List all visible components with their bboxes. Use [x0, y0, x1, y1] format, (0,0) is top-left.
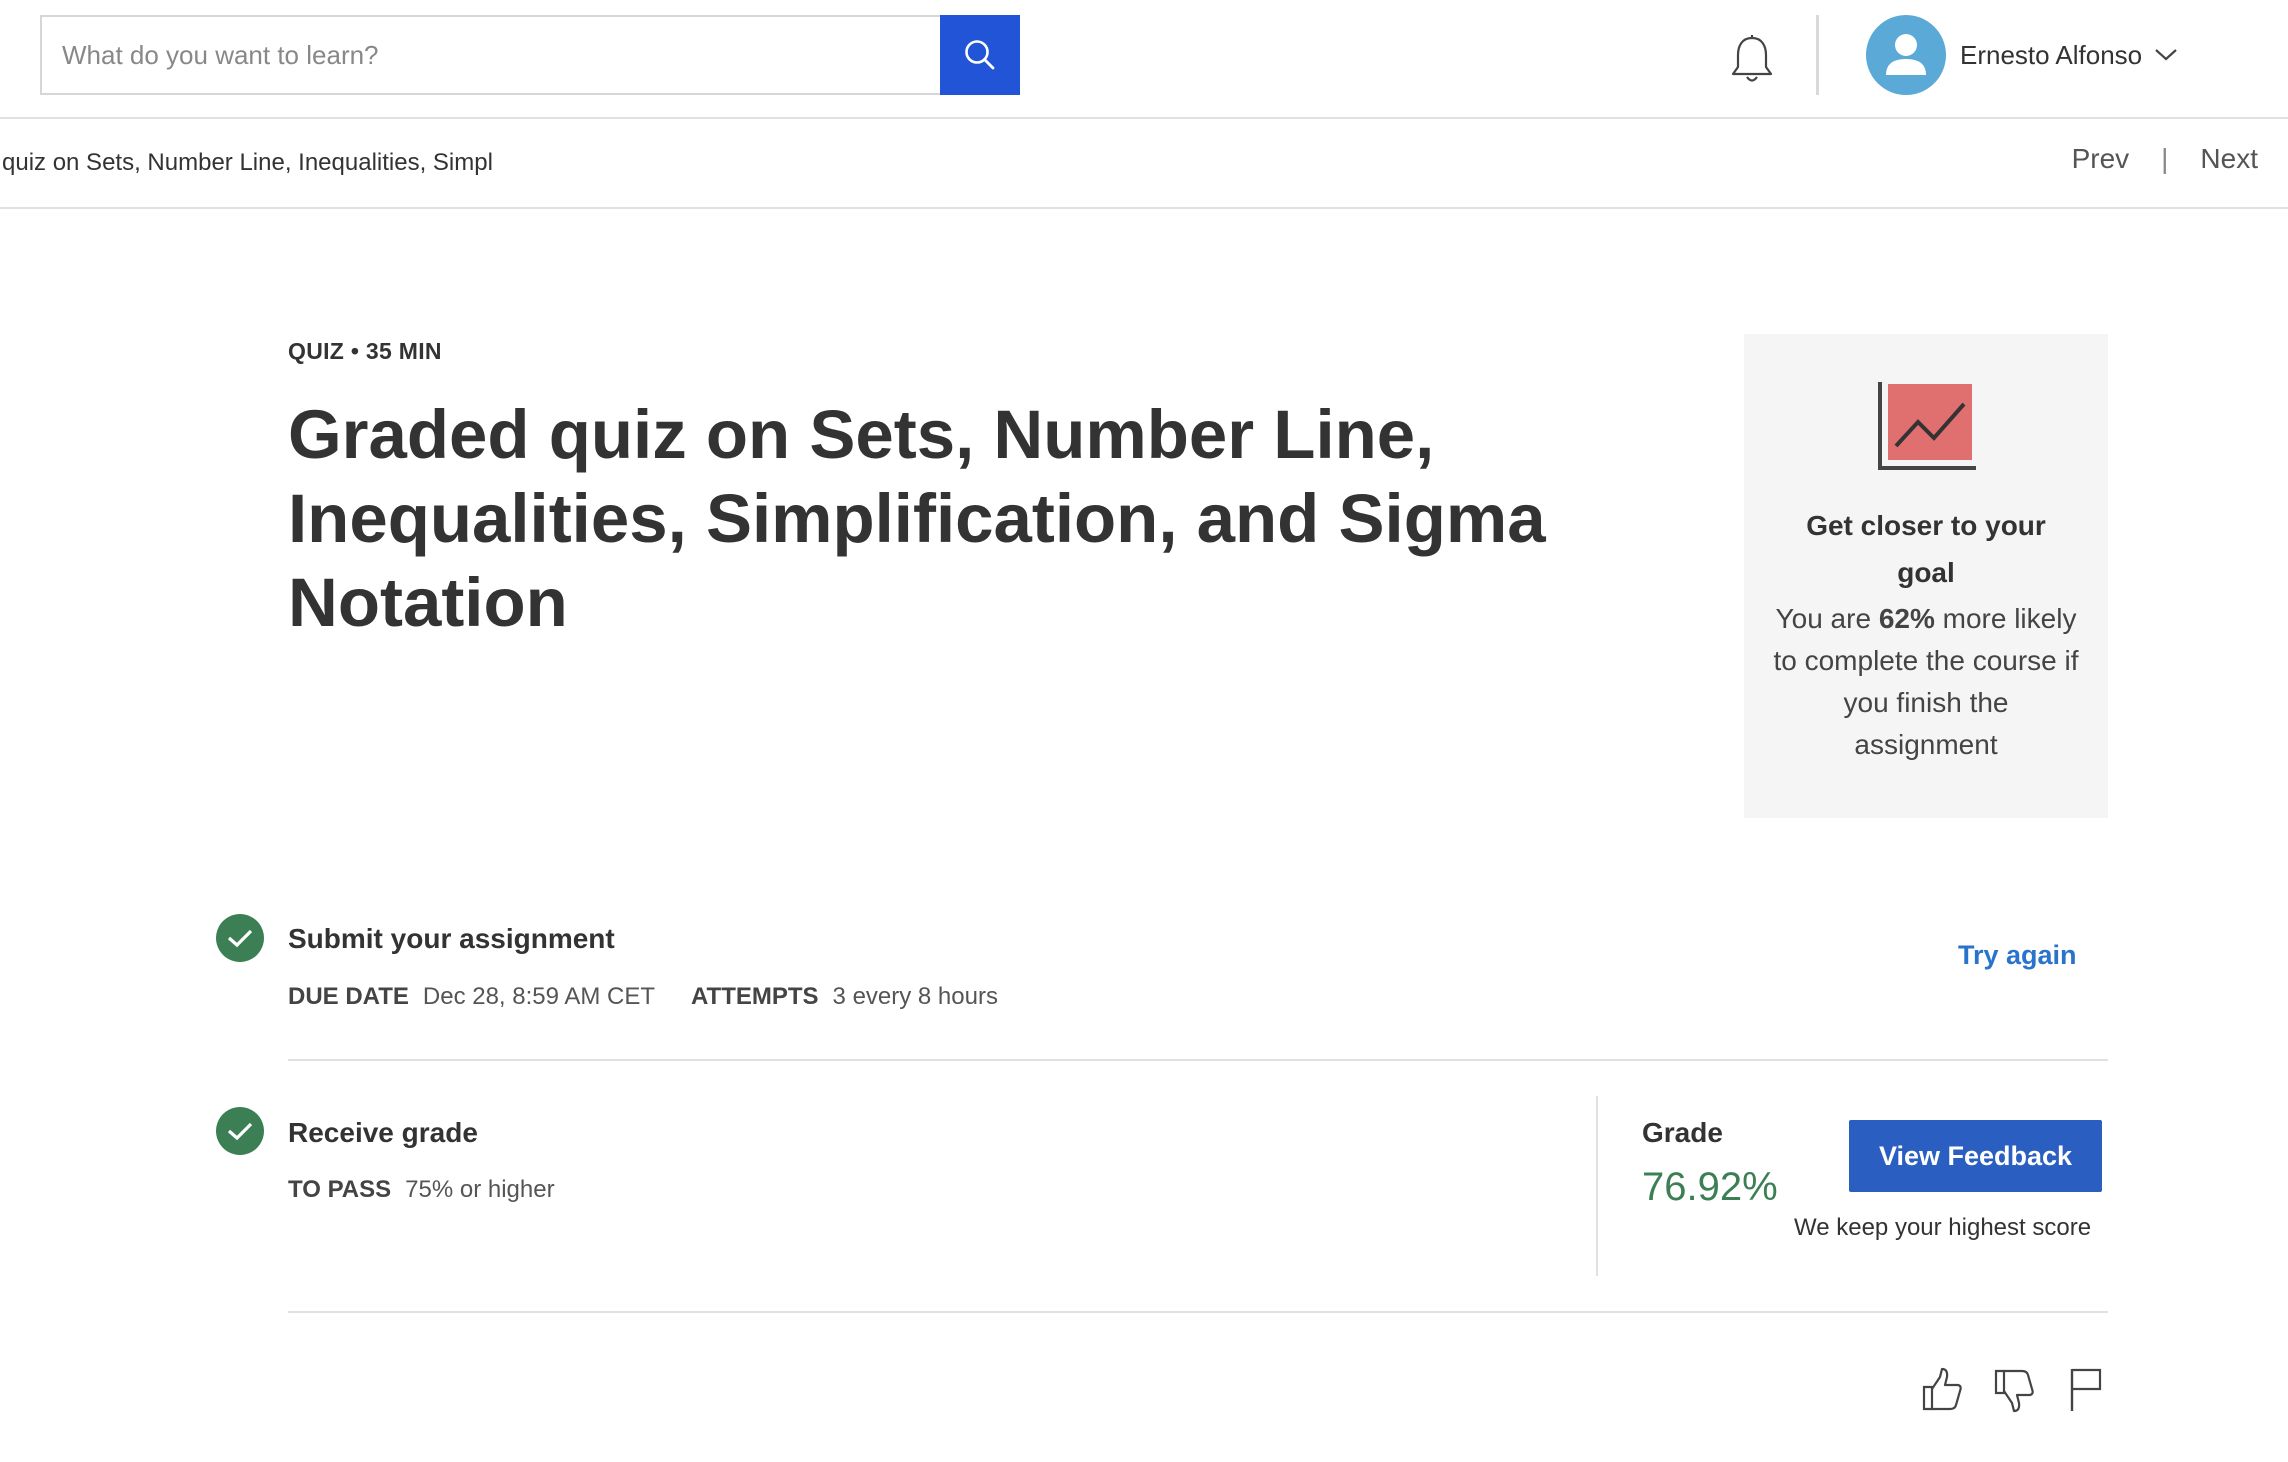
- thumbs-down-icon[interactable]: [1990, 1366, 2038, 1414]
- try-again-link[interactable]: Try again: [1958, 940, 2077, 971]
- to-pass-value: 75% or higher: [405, 1176, 555, 1203]
- pass-details: TO PASS 75% or higher: [288, 1176, 555, 1204]
- page-title: Graded quiz on Sets, Number Line, Inequa…: [288, 396, 1546, 641]
- top-header: Ernesto Alfonso: [0, 0, 2288, 119]
- notifications-button[interactable]: [1724, 32, 1780, 88]
- nav-separator: |: [2161, 143, 2169, 174]
- goal-text-before: You are: [1775, 603, 1879, 634]
- flag-icon[interactable]: [2062, 1366, 2110, 1414]
- search-icon: [965, 40, 995, 70]
- search-input[interactable]: [40, 15, 940, 95]
- attempts-value: 3 every 8 hours: [832, 983, 998, 1010]
- goal-text: You are 62% more likely to complete the …: [1770, 598, 2082, 766]
- next-button[interactable]: Next: [2200, 143, 2258, 175]
- header-divider: [1816, 15, 1819, 95]
- chart-icon: [1878, 382, 1976, 470]
- feedback-actions: [1918, 1366, 2134, 1414]
- view-feedback-button[interactable]: View Feedback: [1849, 1120, 2102, 1192]
- goal-card: Get closer to your goal You are 62% more…: [1744, 334, 2108, 818]
- prev-next-nav: Prev | Next: [2072, 143, 2258, 175]
- attempts-label: ATTEMPTS: [691, 983, 819, 1010]
- prev-button[interactable]: Prev: [2072, 143, 2130, 175]
- goal-percent: 62%: [1878, 603, 1935, 634]
- item-navigation-bar: l quiz on Sets, Number Line, Inequalitie…: [0, 119, 2288, 209]
- divider: [288, 1059, 2108, 1061]
- quiz-meta: QUIZ • 35 MIN: [288, 338, 442, 364]
- user-name: Ernesto Alfonso: [1960, 39, 2143, 70]
- due-date-label: DUE DATE: [288, 983, 409, 1010]
- submit-details: DUE DATE Dec 28, 8:59 AM CET ATTEMPTS 3 eve…: [288, 983, 998, 1011]
- due-date-value: Dec 28, 8:59 AM CET: [422, 983, 655, 1010]
- breadcrumb-item-title[interactable]: l quiz on Sets, Number Line, Inequalitie…: [0, 149, 493, 177]
- page: Ernesto Alfonso l quiz on Sets, Number L…: [0, 0, 2288, 1462]
- user-avatar-icon: [1866, 15, 1946, 95]
- grade-divider: [1596, 1096, 1598, 1276]
- grade-label: Grade: [1642, 1117, 1723, 1148]
- highest-score-note: We keep your highest score: [1794, 1214, 2092, 1241]
- goal-title: Get closer to your goal: [1806, 510, 2046, 588]
- search-button[interactable]: [940, 15, 1020, 95]
- to-pass-label: TO PASS: [288, 1176, 392, 1203]
- thumbs-up-icon[interactable]: [1918, 1366, 1966, 1414]
- submit-step-title: Submit your assignment: [288, 923, 615, 954]
- divider: [288, 1311, 2108, 1313]
- grade-value: 76.92%: [1642, 1165, 1778, 1209]
- check-icon: [216, 914, 264, 962]
- user-menu[interactable]: Ernesto Alfonso: [1866, 15, 2178, 95]
- check-icon: [216, 1107, 264, 1155]
- bell-icon: [1731, 35, 1773, 82]
- search-bar: [40, 15, 1020, 95]
- chevron-down-icon: [2154, 48, 2178, 62]
- receive-step-title: Receive grade: [288, 1117, 478, 1148]
